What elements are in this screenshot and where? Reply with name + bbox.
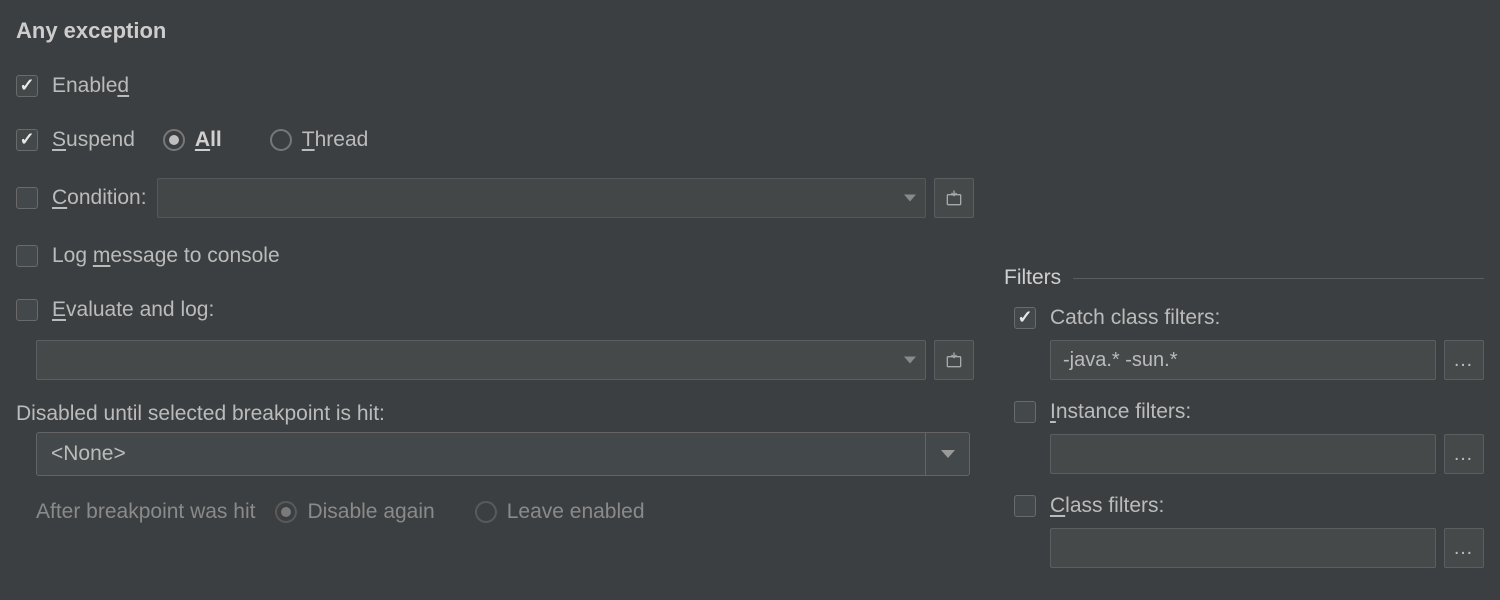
catch-class-filters-input[interactable] [1050, 340, 1436, 380]
instance-filters-input[interactable] [1050, 434, 1436, 474]
suspend-all-radio[interactable] [163, 129, 185, 151]
disabled-until-label: Disabled until selected breakpoint is hi… [16, 402, 974, 426]
suspend-thread-radio[interactable] [270, 129, 292, 151]
condition-label: Condition: [52, 186, 147, 210]
disable-again-label: Disable again [307, 500, 434, 524]
leave-enabled-radio [475, 501, 497, 523]
instance-filters-checkbox[interactable] [1014, 401, 1036, 423]
filters-heading: Filters [1004, 266, 1061, 290]
after-breakpoint-label: After breakpoint was hit [36, 500, 255, 524]
suspend-thread-label: Thread [302, 128, 369, 152]
expand-editor-button[interactable] [934, 178, 974, 218]
expand-icon [944, 350, 964, 370]
enabled-label: Enabled [52, 74, 129, 98]
evaluate-input[interactable] [36, 340, 926, 380]
instance-filters-label: Instance filters: [1050, 400, 1191, 424]
enabled-checkbox[interactable] [16, 75, 38, 97]
panel-title: Any exception [16, 18, 974, 44]
class-filters-browse-button[interactable]: … [1444, 528, 1484, 568]
condition-checkbox[interactable] [16, 187, 38, 209]
class-filters-label: Class filters: [1050, 494, 1164, 518]
instance-filters-browse-button[interactable]: … [1444, 434, 1484, 474]
log-message-checkbox[interactable] [16, 245, 38, 267]
suspend-checkbox[interactable] [16, 129, 38, 151]
disabled-until-select[interactable]: <None> [36, 432, 970, 476]
catch-class-filters-browse-button[interactable]: … [1444, 340, 1484, 380]
divider [1073, 278, 1484, 279]
suspend-all-label: All [195, 128, 222, 152]
evaluate-expand-button[interactable] [934, 340, 974, 380]
condition-input[interactable] [157, 178, 926, 218]
suspend-label: Suspend [52, 128, 135, 152]
disabled-until-value: <None> [51, 442, 126, 466]
class-filters-input[interactable] [1050, 528, 1436, 568]
evaluate-checkbox[interactable] [16, 299, 38, 321]
chevron-down-icon [925, 433, 969, 475]
log-message-label: Log message to console [52, 244, 280, 268]
leave-enabled-label: Leave enabled [507, 500, 645, 524]
evaluate-label: Evaluate and log: [52, 298, 214, 322]
catch-class-filters-checkbox[interactable] [1014, 307, 1036, 329]
catch-class-filters-label: Catch class filters: [1050, 306, 1220, 330]
class-filters-checkbox[interactable] [1014, 495, 1036, 517]
disable-again-radio [275, 501, 297, 523]
expand-icon [944, 188, 964, 208]
